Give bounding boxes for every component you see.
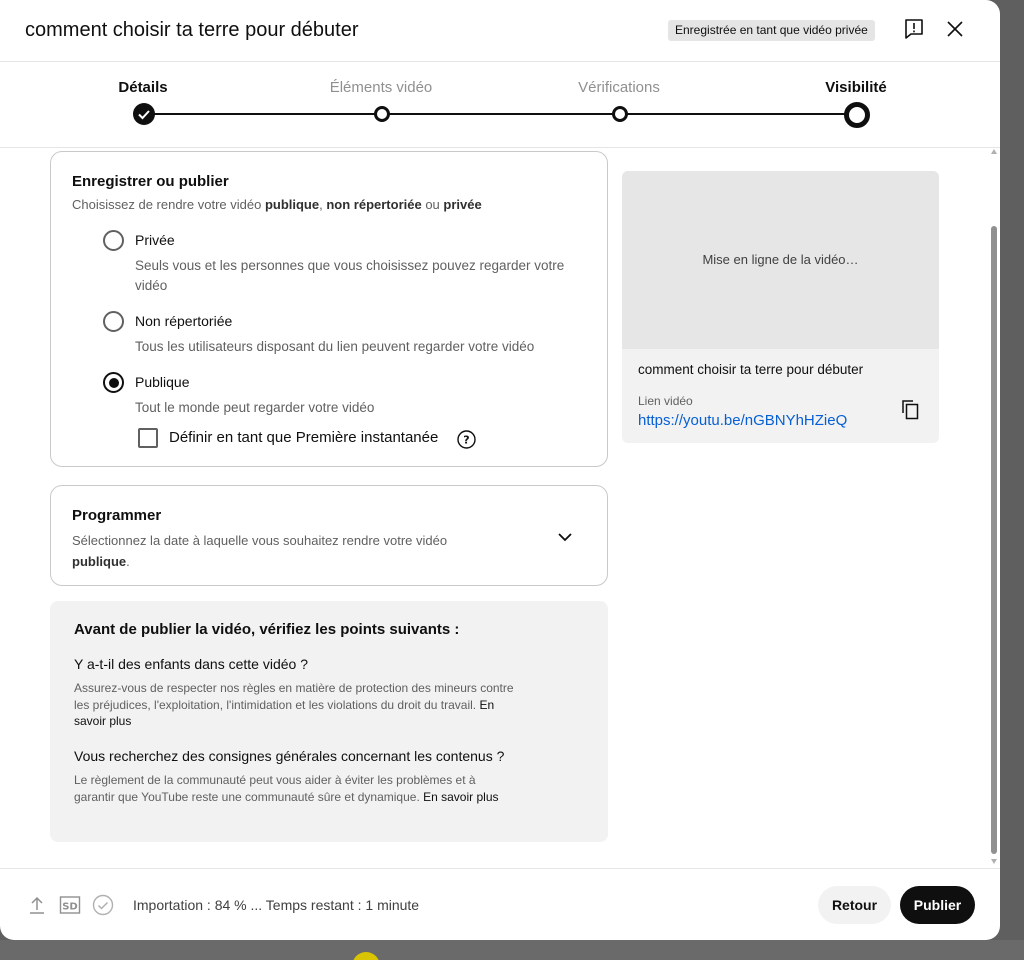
radio-description: Tout le monde peut regarder votre vidéo [135,400,375,415]
radio-button[interactable] [103,230,124,251]
feedback-icon[interactable] [903,18,925,40]
dialog-header: comment choisir ta terre pour débuter En… [0,0,1000,62]
radio-label: Publique [135,374,190,390]
checks-text-children: Assurez-vous de respecter nos règles en … [74,681,514,728]
checks-title: Avant de publier la vidéo, vérifiez les … [74,621,460,638]
checkmark-icon [138,110,150,120]
scroll-up-arrow[interactable] [991,149,997,154]
step-label: Visibilité [825,79,887,96]
publish-button[interactable]: Publier [900,886,975,924]
checks-question-children: Y a-t-il des enfants dans cette vidéo ? [74,656,308,672]
backdrop [0,940,1024,960]
step-label: Vérifications [578,79,660,96]
sd-label: SD [62,902,78,913]
scroll-thumb[interactable] [991,226,997,854]
schedule-card[interactable]: Programmer Sélectionnez la date à laquel… [50,485,608,586]
copy-icon[interactable] [900,398,920,420]
sd-quality-icon: SD [59,896,81,914]
radio-description: Tous les utilisateurs disposant du lien … [135,339,535,354]
radio-button-selected[interactable] [103,372,124,393]
saved-status-badge: Enregistrée en tant que vidéo privée [668,20,875,41]
step-indicator [374,106,390,122]
radio-description: Seuls vous et les personnes que vous cho… [135,258,565,293]
upload-icon [30,896,44,914]
radio-button[interactable] [103,311,124,332]
close-icon[interactable] [944,18,966,40]
stepper-line [143,113,856,115]
upload-status-text: Importation : 84 % ... Temps restant : 1… [133,897,420,913]
step-label: Éléments vidéo [329,79,433,96]
visibility-dialog: comment choisir ta terre pour débuter En… [0,0,1000,940]
video-thumbnail: Mise en ligne de la vidéo… [622,171,939,349]
save-card-title: Enregistrer ou publier [72,173,229,190]
step-indicator [612,106,628,122]
schedule-title: Programmer [72,507,162,524]
content-scrollbar[interactable] [989,148,1000,868]
preview-video-title: comment choisir ta terre pour débuter [638,362,864,377]
prepublish-checks-panel: Avant de publier la vidéo, vérifiez les … [50,601,608,842]
step-active-indicator [844,102,870,128]
premiere-checkbox[interactable] [138,428,158,448]
uploading-message: Mise en ligne de la vidéo… [702,252,859,267]
checks-question-guidelines: Vous recherchez des consignes générales … [74,748,505,764]
chevron-down-icon[interactable] [556,528,574,546]
checks-text-guidelines: Le règlement de la communauté peut vous … [74,773,499,804]
radio-label: Non répertoriée [135,313,233,329]
step-done-indicator [133,103,155,125]
back-button[interactable]: Retour [818,886,891,924]
scroll-down-arrow[interactable] [991,859,997,864]
svg-text:?: ? [463,434,469,447]
schedule-subtitle: Sélectionnez la date à laquelle vous sou… [72,533,448,569]
check-circle-icon [92,894,114,916]
video-link[interactable]: https://youtu.be/nGBNYhHZieQ [638,412,847,429]
step-label: Détails [118,79,168,96]
dialog-title: comment choisir ta terre pour débuter [25,19,359,41]
dialog-footer: SD Importation : 84 % ... Temps restant … [0,868,1000,940]
help-icon[interactable]: ? [457,430,476,449]
video-preview-card: Mise en ligne de la vidéo… comment chois… [622,171,939,443]
upload-stepper: Détails Éléments vidéo Vérifications Vis… [0,62,1000,148]
save-or-publish-card: Enregistrer ou publier Choisissez de ren… [50,151,608,467]
video-link-label: Lien vidéo [638,394,693,408]
radio-label: Privée [135,232,175,248]
learn-more-link[interactable]: En savoir plus [423,790,498,804]
dialog-content: Enregistrer ou publier Choisissez de ren… [0,148,1000,868]
premiere-label[interactable]: Définir en tant que Première instantanée [169,429,438,446]
save-card-subtitle: Choisissez de rendre votre vidéo publiqu… [72,197,482,212]
